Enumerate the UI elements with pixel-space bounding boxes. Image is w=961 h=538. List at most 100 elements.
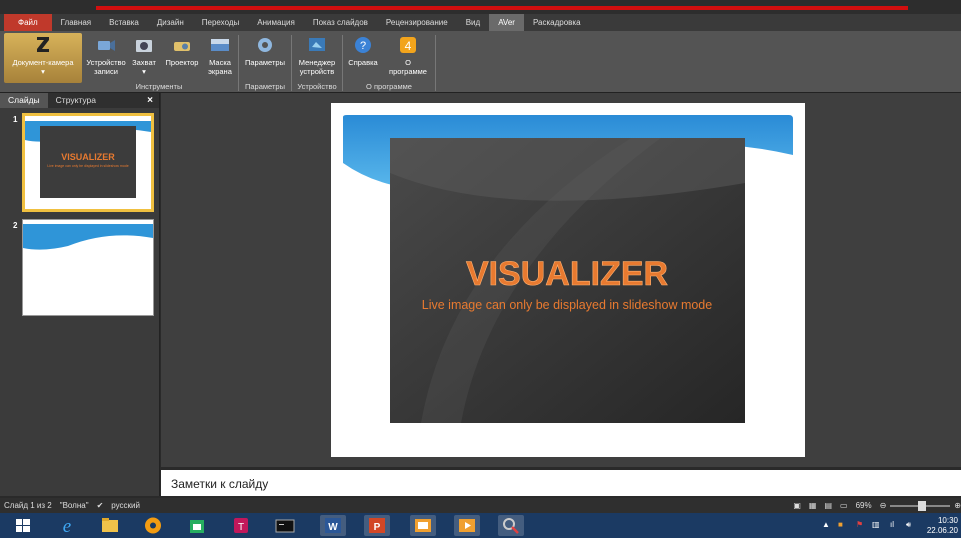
language-indicator[interactable]: русский xyxy=(107,501,144,510)
ribbon-tabs: Файл Главная Вставка Дизайн Переходы Ани… xyxy=(0,14,961,31)
slideshow-view-icon[interactable]: ▭ xyxy=(836,501,852,510)
tab-transitions[interactable]: Переходы xyxy=(193,14,249,31)
projector-icon xyxy=(174,42,190,51)
presentation-window-icon[interactable] xyxy=(410,515,436,536)
zoom-in-icon[interactable]: ⊕ xyxy=(950,501,961,510)
status-bar: Слайд 1 из 2 "Волна" ✔ русский ▣ ▦ ▤ ▭ 6… xyxy=(0,498,961,513)
svg-text:T: T xyxy=(238,522,244,533)
tab-outline[interactable]: Структура xyxy=(48,93,104,108)
tab-review[interactable]: Рецензирование xyxy=(377,14,457,31)
file-explorer-icon[interactable] xyxy=(97,515,123,536)
command-prompt-icon[interactable] xyxy=(272,515,298,536)
thumb-title: VISUALIZER xyxy=(61,152,115,162)
record-device-label-1: Устройство xyxy=(86,58,126,67)
tools-app-icon[interactable] xyxy=(498,515,524,536)
slide-2-preview xyxy=(23,220,153,315)
store-icon[interactable] xyxy=(184,515,210,536)
settings-button[interactable]: Параметры xyxy=(241,33,289,83)
slide-title: VISUALIZER xyxy=(466,255,668,293)
zoom-slider-thumb[interactable] xyxy=(918,500,927,511)
slides-panel-tabs: Слайды Структура × xyxy=(0,93,159,108)
slide-editor: VISUALIZER Live image can only be displa… xyxy=(161,93,961,467)
slide-1-preview: VISUALIZER Live image can only be displa… xyxy=(25,116,151,209)
zoom-level[interactable]: 69% xyxy=(852,501,876,510)
svg-text:4: 4 xyxy=(405,39,412,53)
tab-design[interactable]: Дизайн xyxy=(148,14,193,31)
help-icon: ? xyxy=(355,37,371,53)
svg-text:?: ? xyxy=(360,40,366,52)
ribbon-divider xyxy=(435,35,436,91)
sorter-view-icon[interactable]: ▦ xyxy=(805,501,821,510)
close-icon[interactable]: × xyxy=(147,95,159,106)
svg-text:P: P xyxy=(374,522,381,533)
svg-text:e: e xyxy=(63,516,71,536)
record-device-button[interactable]: Устройство записи xyxy=(84,33,128,83)
tab-view[interactable]: Вид xyxy=(457,14,489,31)
media-player-icon[interactable] xyxy=(140,515,166,536)
tray-network-icon[interactable]: ▥ xyxy=(872,520,880,529)
help-button[interactable]: ? Справка xyxy=(345,33,381,83)
notes-field[interactable]: Заметки к слайду xyxy=(161,470,961,496)
slide-counter: Слайд 1 из 2 xyxy=(4,501,52,510)
tab-animation[interactable]: Анимация xyxy=(248,14,304,31)
slide-number: 2 xyxy=(13,221,18,230)
word-icon[interactable]: W xyxy=(320,515,346,536)
slideshow-app-icon[interactable] xyxy=(454,515,480,536)
about-label-2: программе xyxy=(389,67,427,76)
taskbar: e T W P ▲ ■ ⚑ ▥ ıl 🔊︎ 10:30 22.06.20 xyxy=(0,513,961,538)
slide-number: 1 xyxy=(13,115,18,124)
mask-label-1: Маска xyxy=(209,58,231,67)
manager-label-2: устройств xyxy=(299,67,335,76)
chevron-down-icon: ▾ xyxy=(142,67,146,76)
ribbon-divider xyxy=(342,35,343,91)
powerpoint-icon[interactable]: P xyxy=(364,515,390,536)
group-about-label: О программе xyxy=(366,82,412,91)
tab-insert[interactable]: Вставка xyxy=(100,14,148,31)
tab-slideshow[interactable]: Показ слайдов xyxy=(304,14,377,31)
about-button[interactable]: 4 О программе xyxy=(383,33,433,83)
normal-view-icon[interactable]: ▣ xyxy=(789,501,805,510)
slide-thumbnail-2[interactable] xyxy=(22,219,154,316)
document-camera-icon xyxy=(37,37,49,52)
slide-canvas[interactable]: VISUALIZER Live image can only be displa… xyxy=(331,103,805,457)
tab-file[interactable]: Файл xyxy=(4,14,52,31)
system-clock[interactable]: 10:30 22.06.20 xyxy=(927,516,958,536)
reading-view-icon[interactable]: ▤ xyxy=(820,501,836,510)
theme-name: "Волна" xyxy=(59,501,89,510)
ribbon-divider xyxy=(291,35,292,91)
doc-camera-label: Документ-камера xyxy=(12,58,74,67)
capture-button[interactable]: Захват ▾ xyxy=(129,33,159,83)
slides-panel: Слайды Структура × 1 VISUALIZER Live ima… xyxy=(0,93,160,496)
ribbon-divider xyxy=(238,35,239,91)
svg-text:W: W xyxy=(328,522,338,533)
internet-explorer-icon[interactable]: e xyxy=(54,515,80,537)
slide-thumbnail-1[interactable]: VISUALIZER Live image can only be displa… xyxy=(22,113,154,212)
zoom-slider[interactable] xyxy=(890,500,951,511)
spellcheck-icon[interactable]: ✔ xyxy=(93,501,108,510)
slide-background: VISUALIZER Live image can only be displa… xyxy=(343,115,793,423)
tray-volume-icon[interactable]: 🔊︎ xyxy=(906,520,911,530)
help-label: Справка xyxy=(348,58,378,67)
app-t-icon[interactable]: T xyxy=(228,515,254,536)
tray-chevron-up-icon[interactable]: ▲ xyxy=(822,520,830,529)
settings-label: Параметры xyxy=(245,58,285,67)
tab-home[interactable]: Главная xyxy=(52,14,100,31)
ribbon: Документ-камера ▾ Устройство записи Захв… xyxy=(0,31,961,93)
capture-label: Захват xyxy=(132,58,156,67)
group-settings-label: Параметры xyxy=(245,82,285,91)
tray-signal-icon[interactable]: ıl xyxy=(890,520,894,529)
screen-mask-icon xyxy=(211,39,229,51)
projector-button[interactable]: Проектор xyxy=(160,33,204,83)
tray-flag-icon[interactable]: ⚑ xyxy=(856,520,863,529)
camera-icon xyxy=(136,40,152,52)
tab-aver[interactable]: AVer xyxy=(489,14,524,31)
start-windows-icon[interactable] xyxy=(10,515,36,536)
doc-camera-button[interactable]: Документ-камера ▾ xyxy=(4,33,82,83)
tab-storyboard[interactable]: Раскадровка xyxy=(524,14,590,31)
screen-mask-button[interactable]: Маска экрана xyxy=(205,33,235,83)
zoom-out-icon[interactable]: ⊖ xyxy=(876,501,891,510)
tray-app-icon[interactable]: ■ xyxy=(838,520,843,529)
device-manager-button[interactable]: Менеджер устройств xyxy=(294,33,340,83)
tab-slides[interactable]: Слайды xyxy=(0,93,48,108)
device-manager-icon xyxy=(309,38,325,51)
